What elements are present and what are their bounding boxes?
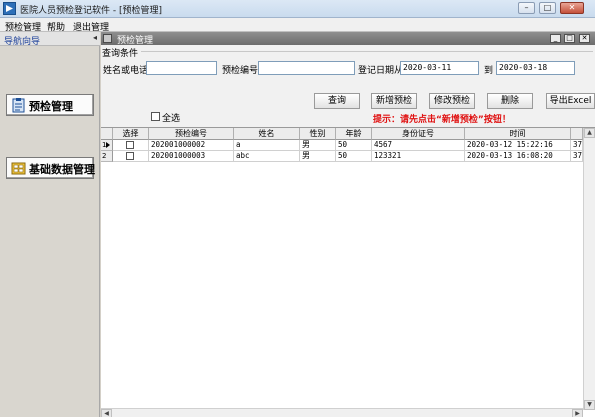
- add-precheck-button[interactable]: 新增预检: [371, 93, 417, 109]
- collapse-icon[interactable]: ◂: [93, 33, 97, 42]
- row-checkbox[interactable]: [126, 152, 134, 160]
- child-close-button[interactable]: ✕: [579, 34, 590, 43]
- table-cell-precheck-no[interactable]: 202001000003: [149, 151, 234, 162]
- row-checkbox[interactable]: [126, 141, 134, 149]
- row-indicator[interactable]: 2: [101, 151, 113, 162]
- close-button[interactable]: ✕: [560, 2, 584, 14]
- navigation-panel: 导航向导 ◂ 预检管理 基础数据管理: [0, 32, 100, 417]
- nav-button-label: 基础数据管理: [29, 163, 95, 176]
- delete-button[interactable]: 删除: [487, 93, 533, 109]
- row-indicator[interactable]: 1: [101, 140, 113, 151]
- child-window-icon: [103, 34, 112, 43]
- scroll-down-icon[interactable]: ▼: [584, 400, 595, 410]
- table-cell-name[interactable]: a: [234, 140, 300, 151]
- child-minimize-button[interactable]: _: [550, 34, 561, 43]
- name-phone-label: 姓名或电话: [103, 66, 149, 76]
- table-cell-time[interactable]: 2020-03-12 15:22:16: [465, 140, 571, 151]
- scroll-up-icon[interactable]: ▲: [584, 128, 595, 138]
- row-number: 2: [102, 152, 107, 160]
- menubar: 预检管理 帮助 退出管理: [0, 18, 595, 33]
- table-cell-extra[interactable]: 37: [571, 140, 583, 151]
- date-from-input[interactable]: 2020-03-11: [400, 61, 479, 75]
- nav-button-base-data[interactable]: 基础数据管理: [6, 157, 95, 179]
- window-title: 医院人员预检登记软件 - [预检管理]: [20, 6, 162, 16]
- column-header-time[interactable]: 时间: [465, 128, 571, 140]
- child-maximize-button[interactable]: □: [564, 34, 575, 43]
- date-from-label: 登记日期从: [358, 66, 404, 76]
- scroll-right-icon[interactable]: ▶: [572, 409, 583, 417]
- column-header-name[interactable]: 姓名: [234, 128, 300, 140]
- precheck-no-input[interactable]: [258, 61, 355, 75]
- table-cell-id-no[interactable]: 4567: [372, 140, 465, 151]
- column-header-select[interactable]: 选择: [113, 128, 149, 140]
- table-cell-name[interactable]: abc: [234, 151, 300, 162]
- select-all-label: 全选: [162, 114, 181, 124]
- export-excel-button[interactable]: 导出Excel: [546, 93, 595, 109]
- maximize-button[interactable]: □: [539, 2, 556, 14]
- horizontal-scrollbar[interactable]: ◀ ▶: [101, 408, 583, 417]
- precheck-table: 选择 预检编号 姓名 性别 年龄 身份证号 时间 1 202001000002 …: [101, 127, 595, 417]
- nav-title: 导航向导: [4, 37, 41, 47]
- precheck-form: 查询条件 姓名或电话 预检编号 登记日期从 2020-03-11 到 2020-…: [101, 45, 595, 417]
- column-header-precheck-no[interactable]: 预检编号: [149, 128, 234, 140]
- table-cell-extra[interactable]: 37: [571, 151, 583, 162]
- date-to-label: 到: [484, 66, 494, 76]
- window-titlebar: 医院人员预检登记软件 - [预检管理] – □ ✕: [0, 0, 595, 18]
- table-cell-id-no[interactable]: 123321: [372, 151, 465, 162]
- child-window-titlebar: 预检管理 _ □ ✕: [101, 32, 595, 46]
- clipboard-icon: [12, 98, 25, 113]
- column-header-age[interactable]: 年龄: [336, 128, 372, 140]
- nav-header: 导航向导 ◂: [0, 32, 100, 47]
- app-icon: [3, 2, 16, 15]
- date-to-input[interactable]: 2020-03-18: [496, 61, 575, 75]
- table-cell-age[interactable]: 50: [336, 151, 372, 162]
- column-header-id-no[interactable]: 身份证号: [372, 128, 465, 140]
- row-indicator-header: [101, 128, 113, 140]
- hint-text: 提示：请先点击“新增预检”按钮！: [373, 115, 511, 125]
- group-divider: [141, 51, 593, 52]
- nav-button-precheck[interactable]: 预检管理: [6, 94, 94, 116]
- table-cell-time[interactable]: 2020-03-13 16:08:20: [465, 151, 571, 162]
- query-button[interactable]: 查询: [314, 93, 360, 109]
- query-group-label: 查询条件: [102, 49, 139, 59]
- nav-button-label: 预检管理: [29, 100, 73, 113]
- table-cell-age[interactable]: 50: [336, 140, 372, 151]
- precheck-no-label: 预检编号: [222, 66, 259, 76]
- table-row-select-cell[interactable]: [113, 151, 149, 162]
- table-row-select-cell[interactable]: [113, 140, 149, 151]
- select-all-checkbox[interactable]: [151, 112, 160, 121]
- vertical-scrollbar[interactable]: ▲ ▼: [583, 128, 595, 410]
- table-cell-gender[interactable]: 男: [300, 140, 336, 151]
- current-row-arrow-icon: [106, 142, 110, 148]
- table-cell-gender[interactable]: 男: [300, 151, 336, 162]
- table-cell-precheck-no[interactable]: 202001000002: [149, 140, 234, 151]
- scroll-left-icon[interactable]: ◀: [101, 409, 112, 417]
- database-icon: [11, 162, 26, 175]
- column-header-extra[interactable]: [571, 128, 583, 140]
- name-phone-input[interactable]: [146, 61, 217, 75]
- column-header-gender[interactable]: 性别: [300, 128, 336, 140]
- minimize-button[interactable]: –: [518, 2, 535, 14]
- edit-precheck-button[interactable]: 修改预检: [429, 93, 475, 109]
